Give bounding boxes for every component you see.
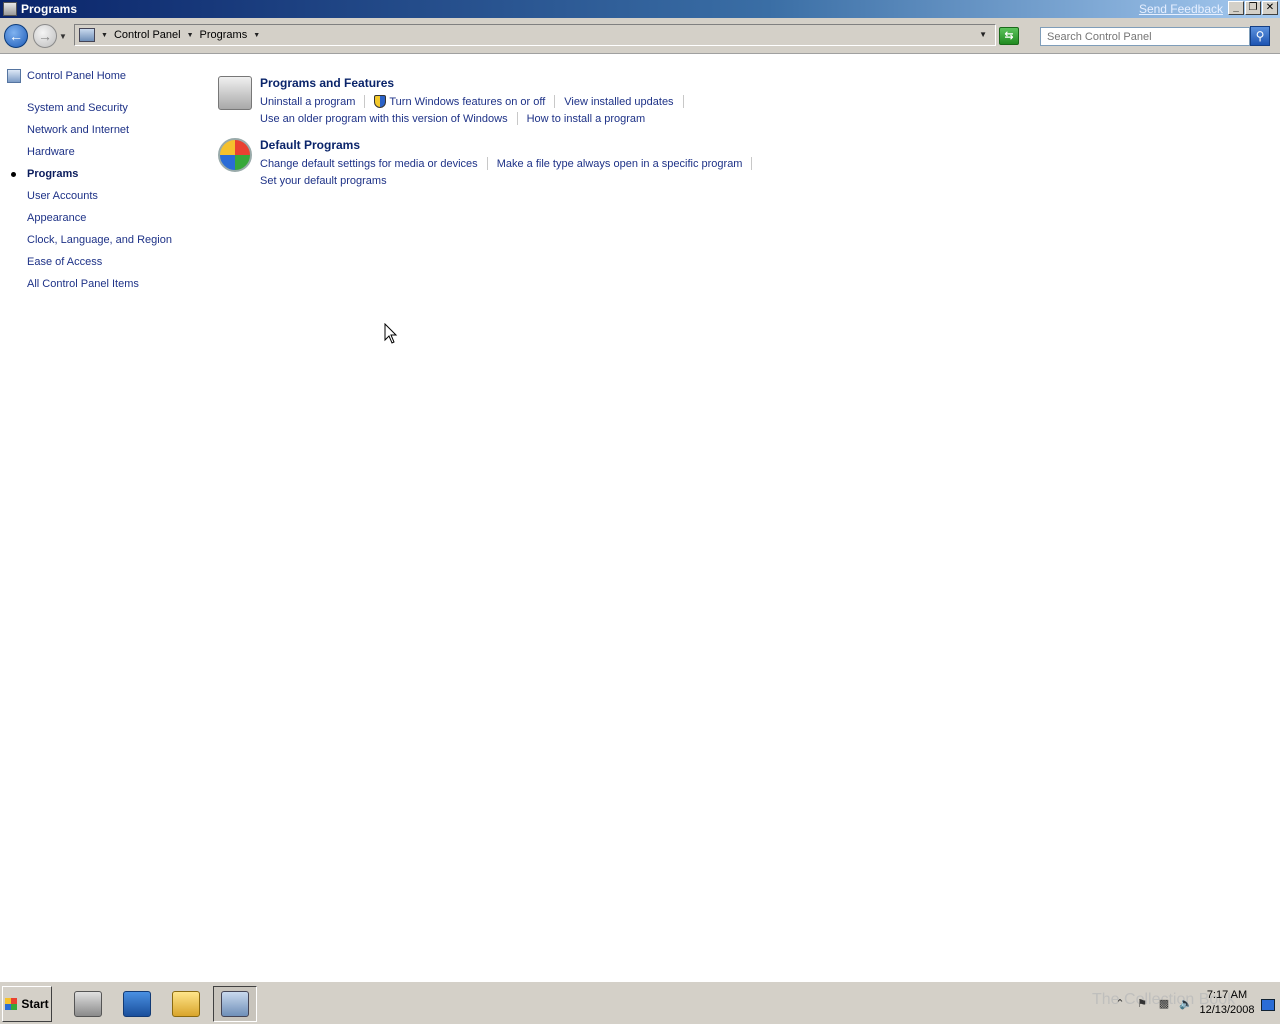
navigation-bar: ← → ▼ ▼ Control Panel ▼ Programs ▼ ▼ ⇆ ⚲ — [0, 18, 1280, 54]
recent-pages-dropdown[interactable]: ▼ — [59, 32, 67, 41]
forward-button[interactable]: → — [33, 24, 57, 48]
link-separator — [554, 95, 556, 108]
uninstall-program-link[interactable]: Uninstall a program — [260, 96, 355, 108]
file-type-association-link[interactable]: Make a file type always open in a specif… — [497, 158, 743, 170]
older-program-link[interactable]: Use an older program with this version o… — [260, 113, 508, 125]
view-installed-updates-link[interactable]: View installed updates — [564, 96, 673, 108]
close-button[interactable]: ✕ — [1262, 1, 1278, 15]
set-default-programs-link[interactable]: Set your default programs — [260, 175, 387, 187]
search-icon: ⚲ — [1255, 29, 1265, 43]
address-dropdown-icon[interactable]: ▼ — [979, 30, 987, 39]
nav-item-ease-of-access[interactable]: Ease of Access — [27, 256, 172, 278]
window-title: Programs — [21, 2, 78, 16]
link-separator — [364, 95, 366, 108]
forward-arrow-icon: → — [38, 28, 52, 44]
category-list: System and Security Network and Internet… — [11, 102, 172, 300]
windows-features-link[interactable]: Turn Windows features on or off — [389, 96, 545, 108]
nav-item-network-and-internet[interactable]: Network and Internet — [27, 124, 172, 146]
nav-item-clock-language-region[interactable]: Clock, Language, and Region — [27, 234, 172, 256]
programs-and-features-title[interactable]: Programs and Features — [260, 76, 960, 93]
link-separator — [682, 95, 684, 108]
search-input[interactable] — [1040, 27, 1250, 46]
chevron-down-icon[interactable]: ▼ — [253, 32, 260, 39]
programs-features-icon[interactable] — [218, 76, 252, 110]
back-button[interactable]: ← — [4, 24, 28, 48]
search-button[interactable]: ⚲ — [1250, 26, 1270, 46]
nav-item-hardware[interactable]: Hardware — [27, 146, 172, 168]
back-arrow-icon: ← — [9, 28, 23, 44]
nav-item-user-accounts[interactable]: User Accounts — [27, 190, 172, 212]
taskbar-explorer[interactable] — [164, 986, 208, 1022]
minimize-button[interactable]: _ — [1228, 1, 1244, 15]
clock-time: 7:17 AM — [1206, 989, 1248, 1001]
volume-muted-icon[interactable]: 🔈 — [1179, 997, 1193, 1011]
default-programs-title[interactable]: Default Programs — [260, 138, 960, 155]
chevron-down-icon[interactable]: ▼ — [101, 32, 108, 39]
show-desktop-button[interactable] — [1261, 999, 1275, 1011]
link-separator — [486, 157, 488, 170]
refresh-button[interactable]: ⇆ — [999, 27, 1019, 45]
how-to-install-link[interactable]: How to install a program — [527, 113, 646, 125]
start-button[interactable]: Start — [2, 986, 52, 1022]
breadcrumb-control-panel[interactable]: Control Panel — [114, 29, 181, 41]
network-icon[interactable]: ▩ — [1157, 997, 1171, 1011]
link-separator — [516, 112, 518, 125]
action-center-flag-icon[interactable]: ⚑ — [1135, 997, 1149, 1011]
taskbar-server-manager[interactable] — [66, 986, 110, 1022]
link-separator — [751, 157, 753, 170]
start-label: Start — [21, 997, 49, 1011]
restore-button[interactable]: ❐ — [1245, 1, 1261, 15]
show-hidden-icons-icon[interactable]: ⌃ — [1113, 997, 1127, 1011]
breadcrumb-programs[interactable]: Programs — [200, 29, 248, 41]
control-panel-icon — [79, 28, 95, 42]
change-default-settings-link[interactable]: Change default settings for media or dev… — [260, 158, 478, 170]
windows-logo-icon — [5, 998, 18, 1010]
taskbar-control-panel[interactable] — [213, 986, 257, 1022]
explorer-icon — [172, 991, 200, 1017]
control-panel-home-label: Control Panel Home — [27, 70, 127, 82]
chevron-down-icon[interactable]: ▼ — [187, 32, 194, 39]
nav-item-system-and-security[interactable]: System and Security — [27, 102, 172, 124]
nav-item-appearance[interactable]: Appearance — [27, 212, 172, 234]
refresh-icon: ⇆ — [1004, 30, 1014, 42]
control-panel-icon — [3, 2, 17, 16]
mouse-cursor-icon — [384, 323, 398, 344]
current-bullet-icon — [11, 172, 16, 177]
control-panel-home-icon — [7, 69, 21, 83]
nav-item-programs[interactable]: Programs — [11, 168, 172, 190]
default-programs-icon[interactable] — [218, 138, 252, 172]
taskbar-powershell[interactable] — [115, 986, 159, 1022]
control-panel-icon — [221, 991, 249, 1017]
uac-shield-icon — [374, 95, 387, 108]
title-bar: Programs Send Feedback _ ❐ ✕ — [0, 0, 1280, 18]
taskbar: Start The Collection Book ⌃ ⚑ ▩ 🔈 7:17 A… — [0, 981, 1280, 1024]
address-bar[interactable]: ▼ Control Panel ▼ Programs ▼ ▼ — [74, 24, 996, 46]
clock-date: 12/13/2008 — [1199, 1004, 1255, 1016]
control-panel-home-link[interactable]: Control Panel Home — [7, 69, 126, 83]
send-feedback-link[interactable]: Send Feedback — [1139, 2, 1223, 16]
server-manager-icon — [74, 991, 102, 1017]
powershell-icon — [123, 991, 151, 1017]
clock[interactable]: 7:17 AM 12/13/2008 — [1196, 988, 1258, 1018]
nav-item-all-control-panel-items[interactable]: All Control Panel Items — [27, 278, 172, 300]
